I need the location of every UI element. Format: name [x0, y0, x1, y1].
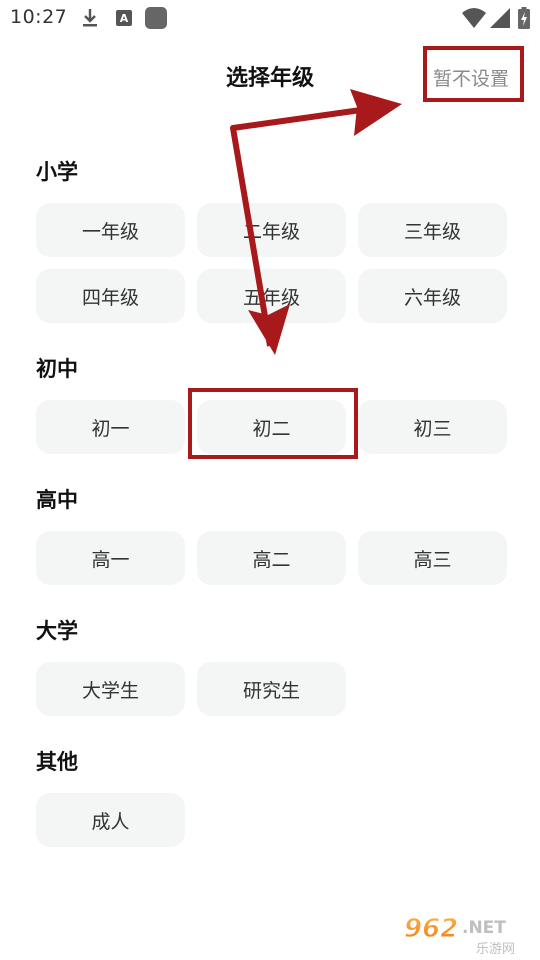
section-title-senior: 高中	[36, 488, 78, 512]
section-title-other: 其他	[36, 750, 78, 774]
highlight-box-junior-2	[188, 388, 358, 459]
grade-button-primary-6[interactable]: 六年级	[358, 269, 507, 323]
section-title-university: 大学	[36, 619, 78, 643]
arrow-head-right-icon	[350, 89, 402, 136]
svg-text:962: 962	[404, 914, 458, 944]
watermark-logo: 962 .NET 乐游网	[404, 914, 516, 957]
grade-button-other-1[interactable]: 成人	[36, 793, 185, 847]
grade-button-primary-2[interactable]: 二年级	[197, 203, 346, 257]
download-icon	[83, 9, 97, 27]
grade-button-primary-3[interactable]: 三年级	[358, 203, 507, 257]
signal-icon	[490, 8, 510, 28]
grade-button-primary-1[interactable]: 一年级	[36, 203, 185, 257]
svg-text:乐游网: 乐游网	[476, 942, 515, 956]
battery-icon	[518, 7, 530, 29]
grade-button-university-2[interactable]: 研究生	[197, 662, 346, 716]
square-icon	[145, 7, 167, 29]
grade-button-primary-4[interactable]: 四年级	[36, 269, 185, 323]
a-icon: A	[116, 10, 132, 26]
wifi-icon	[462, 8, 486, 28]
section-title-junior: 初中	[36, 357, 78, 381]
svg-text:A: A	[120, 12, 129, 25]
status-bar: 10:27 A	[0, 0, 540, 38]
svg-text:.NET: .NET	[462, 918, 506, 938]
grade-button-university-1[interactable]: 大学生	[36, 662, 185, 716]
grade-button-senior-2[interactable]: 高二	[197, 531, 346, 585]
grade-button-primary-5[interactable]: 五年级	[197, 269, 346, 323]
status-time: 10:27	[10, 6, 68, 28]
highlight-box-skip	[423, 46, 524, 102]
grade-button-senior-3[interactable]: 高三	[358, 531, 507, 585]
grade-button-junior-3[interactable]: 初三	[358, 400, 507, 454]
grade-button-junior-1[interactable]: 初一	[36, 400, 185, 454]
section-title-primary: 小学	[36, 160, 78, 184]
grade-button-senior-1[interactable]: 高一	[36, 531, 185, 585]
